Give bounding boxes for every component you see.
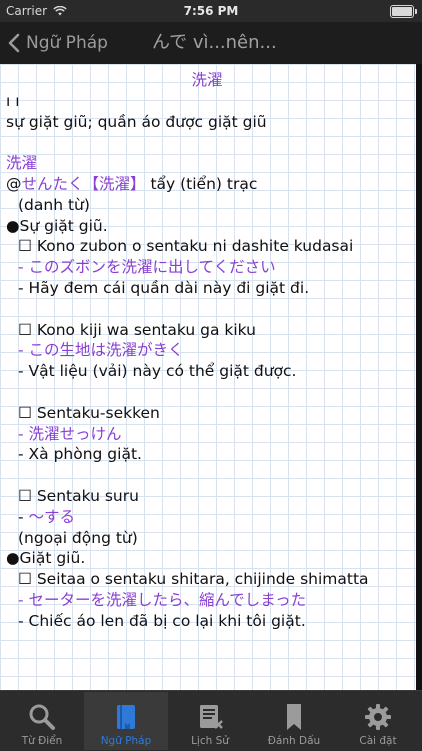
entry-content: 洗濯 ı ı sự giặt giũ; quần áo được giặt giũ… — [6, 70, 408, 632]
entry-title: 洗濯 — [191, 71, 223, 89]
tab-label: Từ Điển — [21, 735, 63, 747]
tab-ngu-phap[interactable]: Ngữ Pháp — [84, 691, 168, 751]
book-icon — [117, 705, 135, 729]
nav-title: んで vì...nên... — [152, 32, 277, 53]
entry-line: - セーターを洗濯したら、縮んでしまった — [18, 590, 307, 609]
history-icon — [200, 705, 223, 729]
entry-line: - ～する — [6, 507, 408, 528]
entry-line: - Hãy đem cái quần dài này đi giặt đi. — [18, 278, 310, 297]
entry-line: sự giặt giũ; quần áo được giặt giũ — [6, 112, 267, 131]
entry-line: ☐ Kono kiji wa sentaku ga kiku — [18, 320, 256, 339]
entry-line-part: @ — [6, 174, 22, 193]
search-icon — [29, 704, 55, 730]
entry-line — [6, 132, 408, 153]
entry-line: - Vật liệu (vải) này có thể giặt được. — [18, 362, 297, 381]
entry-line: (danh từ) — [18, 195, 90, 214]
entry-line — [6, 299, 408, 320]
entry-line — [6, 382, 408, 403]
entry-line: ●Giặt giũ. — [6, 549, 86, 568]
back-label: Ngữ Pháp — [26, 33, 108, 53]
entry-line: ☐ Sentaku suru — [18, 486, 139, 505]
tab-bar: Từ Điển Ngữ Pháp Lịch Sử Đánh Dấu Cài đặ… — [0, 690, 422, 751]
entry-line: 洗濯 — [6, 154, 38, 173]
entry-line: (ngoại động từ) — [18, 528, 138, 547]
tab-danh-dau[interactable]: Đánh Dấu — [252, 691, 336, 751]
entry-line — [6, 465, 408, 486]
entry-line: - このズボンを洗濯に出してください — [18, 258, 276, 277]
entry-line-part: tẩy (tiển) trạc — [150, 174, 258, 193]
chevron-left-icon — [8, 33, 20, 53]
entry-line-part: - — [18, 507, 29, 526]
battery-icon — [390, 5, 417, 18]
entry-line: - Xà phòng giặt. — [18, 445, 142, 464]
gear-icon — [365, 704, 391, 730]
nav-bar: Ngữ Pháp んで vì...nên... — [0, 22, 422, 64]
tab-lich-su[interactable]: Lịch Sử — [168, 691, 252, 751]
entry-line: - 洗濯せっけん — [18, 424, 122, 443]
entry-line: ☐ Kono zubon o sentaku ni dashite kudasa… — [18, 237, 354, 256]
tab-label: Đánh Dấu — [267, 735, 321, 747]
entry-line: ı ı — [6, 91, 20, 110]
entry-line: ●Sự giặt giũ. — [6, 216, 108, 235]
tab-label: Lịch Sử — [191, 735, 229, 747]
entry-paper: 洗濯 ı ı sự giặt giũ; quần áo được giặt giũ… — [0, 64, 416, 690]
tab-cai-dat[interactable]: Cài đặt — [336, 691, 420, 751]
tab-label: Cài đặt — [359, 735, 397, 747]
entry-line: @せんたく【洗濯】 tẩy (tiển) trạc — [6, 174, 408, 195]
entry-line: - この生地は洗濯がきく — [18, 341, 184, 360]
entry-line: ☐ Seitaa o sentaku shitara, chijinde shi… — [18, 570, 369, 589]
tab-tu-dien[interactable]: Từ Điển — [0, 691, 84, 751]
entry-line: ☐ Sentaku-sekken — [18, 403, 160, 422]
entry-line-part: せんたく【洗濯】 — [21, 174, 146, 193]
entry-line-part: ～する — [28, 507, 76, 526]
bookmark-icon — [287, 704, 301, 730]
entry-line: - Chiếc áo len đã bị co lại khi tôi giặt… — [18, 611, 306, 630]
status-time: 7:56 PM — [183, 4, 239, 18]
status-bar: Carrier 7:56 PM — [0, 0, 422, 22]
tab-label: Ngữ Pháp — [100, 735, 152, 747]
back-button[interactable]: Ngữ Pháp — [8, 22, 108, 64]
entry-lines: ı ı sự giặt giũ; quần áo được giặt giũ 洗濯 @… — [6, 91, 408, 632]
